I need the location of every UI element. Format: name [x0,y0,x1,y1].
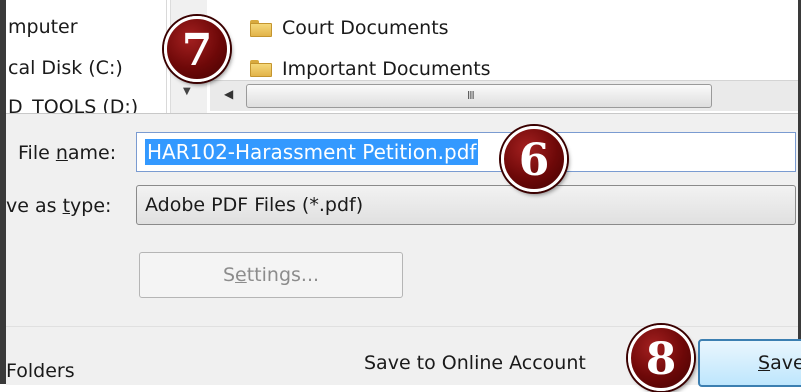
folder-icon [250,20,272,37]
file-name-label: File name: [18,142,117,164]
save-type-select[interactable]: Adobe PDF Files (*.pdf) [136,185,796,225]
save-type-value: Adobe PDF Files (*.pdf) [145,194,364,216]
file-name-input[interactable]: HAR102-Harassment Petition.pdf [136,132,796,172]
save-type-label: ve as type: [6,195,112,217]
navigation-tree: mputer cal Disk (C:) D_TOOLS (D:) [6,0,167,113]
scrollbar-grip-icon: III [467,89,475,102]
save-to-online-account-button[interactable]: Save to Online Account [364,352,586,374]
hide-folders-toggle[interactable]: Folders [6,360,75,382]
tree-item-local-disk[interactable]: cal Disk (C:) [8,57,123,79]
browse-pane: mputer cal Disk (C:) D_TOOLS (D:) ▼ Cour… [6,0,798,113]
list-item[interactable]: Court Documents [282,17,449,39]
callout-badge-6: 6 [501,126,567,192]
scroll-left-arrow-icon[interactable]: ◀ [224,87,233,101]
save-button[interactable]: Save [698,339,801,387]
horizontal-scrollbar[interactable]: ◀ III [210,80,798,111]
scroll-down-arrow-icon[interactable]: ▼ [183,86,191,97]
folder-icon [250,60,272,77]
settings-button[interactable]: Settings... [139,252,403,298]
divider [6,326,798,327]
list-item[interactable]: Important Documents [282,58,491,80]
callout-badge-8: 8 [628,325,694,391]
file-list: Court Documents Important Documents [210,0,798,80]
scrollbar-thumb[interactable]: III [246,84,712,108]
tree-item-computer[interactable]: mputer [8,16,78,38]
callout-badge-7: 7 [164,16,230,82]
file-name-value: HAR102-Harassment Petition.pdf [145,139,479,165]
tree-item-tools-drive[interactable]: D_TOOLS (D:) [8,96,138,113]
